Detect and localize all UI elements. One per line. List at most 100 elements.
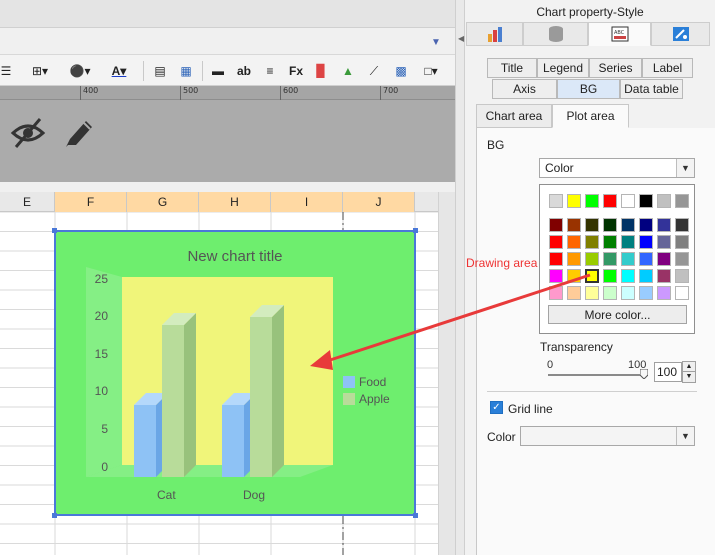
color-swatch[interactable] xyxy=(549,235,563,249)
color-swatch[interactable] xyxy=(639,269,653,283)
color-swatch[interactable] xyxy=(567,218,581,232)
color-swatch[interactable] xyxy=(657,235,671,249)
color-swatch[interactable] xyxy=(675,218,689,232)
color-swatch[interactable] xyxy=(603,286,617,300)
font-color-icon[interactable]: A▾ xyxy=(103,60,135,82)
color-swatch[interactable] xyxy=(639,194,653,208)
color-swatch[interactable] xyxy=(621,194,635,208)
tab-data-table[interactable]: Data table xyxy=(620,79,683,99)
color-swatch[interactable] xyxy=(657,252,671,266)
color-swatch[interactable] xyxy=(549,218,563,232)
transparency-spinner[interactable]: ▲ ▼ xyxy=(682,361,696,383)
annotation-label: Drawing area xyxy=(466,256,538,270)
color-swatch[interactable] xyxy=(603,194,617,208)
svg-text:ABC: ABC xyxy=(614,30,625,36)
merge-icon[interactable]: ▬ xyxy=(207,60,229,82)
hide-icon[interactable] xyxy=(10,117,46,149)
tab-axis[interactable]: Axis xyxy=(492,79,557,99)
color-swatch[interactable] xyxy=(657,286,671,300)
color-swatch[interactable] xyxy=(657,218,671,232)
resize-handle[interactable] xyxy=(52,513,57,518)
column-header[interactable]: J xyxy=(343,192,415,212)
color-swatch[interactable] xyxy=(657,269,671,283)
tab-style[interactable]: ABC xyxy=(588,22,651,46)
image-icon[interactable]: ▲ xyxy=(337,60,359,82)
spin-down-icon[interactable]: ▼ xyxy=(683,372,695,382)
tab-label[interactable]: Label xyxy=(642,58,693,78)
align-icon[interactable]: ☰ xyxy=(0,60,12,82)
slider-thumb[interactable] xyxy=(640,369,648,379)
table-icon[interactable]: ▦ xyxy=(176,60,196,82)
resize-handle[interactable] xyxy=(413,228,418,233)
color-swatch[interactable] xyxy=(621,218,635,232)
color-swatch[interactable] xyxy=(567,235,581,249)
tab-plot-area[interactable]: Plot area xyxy=(552,104,629,128)
paragraph-icon[interactable]: ≡ xyxy=(259,60,281,82)
color-swatch[interactable] xyxy=(621,235,635,249)
chart-icon[interactable]: ▉ xyxy=(310,60,332,82)
column-header[interactable]: H xyxy=(199,192,271,212)
collapse-arrow-icon[interactable]: ◀ xyxy=(458,34,464,43)
ribbon-collapse-icon[interactable]: ▼ xyxy=(431,37,445,48)
color-swatch[interactable] xyxy=(639,218,653,232)
color-swatch[interactable] xyxy=(585,235,599,249)
color-swatch[interactable] xyxy=(585,194,599,208)
color-swatch[interactable] xyxy=(603,252,617,266)
color-swatch[interactable] xyxy=(603,218,617,232)
legend-swatch xyxy=(343,393,355,405)
color-swatch[interactable] xyxy=(639,235,653,249)
spin-up-icon[interactable]: ▲ xyxy=(683,362,695,372)
line-icon[interactable]: ⟋ xyxy=(363,60,385,82)
tab-chart-area[interactable]: Chart area xyxy=(476,104,552,128)
color-swatch[interactable] xyxy=(675,269,689,283)
text-icon[interactable]: ab xyxy=(233,60,255,82)
column-header[interactable]: I xyxy=(271,192,343,212)
color-swatch[interactable] xyxy=(675,286,689,300)
column-header[interactable]: E xyxy=(0,192,55,212)
resize-handle[interactable] xyxy=(52,228,57,233)
color-swatch[interactable] xyxy=(603,235,617,249)
color-swatch[interactable] xyxy=(585,218,599,232)
edit-icon[interactable] xyxy=(62,115,94,149)
bg-label: BG xyxy=(487,138,505,152)
fill-color-icon[interactable]: ⚫▾ xyxy=(64,60,96,82)
color-swatch[interactable] xyxy=(621,252,635,266)
bg-type-select[interactable]: Color ▼ xyxy=(539,158,695,178)
color-swatch[interactable] xyxy=(675,252,689,266)
formula-icon[interactable]: Fx xyxy=(285,60,307,82)
column-header[interactable]: G xyxy=(127,192,199,212)
color-swatch[interactable] xyxy=(549,194,563,208)
color-swatch[interactable] xyxy=(621,269,635,283)
chevron-down-icon[interactable]: ▼ xyxy=(676,427,694,445)
color-swatch[interactable] xyxy=(603,269,617,283)
color-swatch[interactable] xyxy=(567,252,581,266)
textbox-icon[interactable]: ▩ xyxy=(390,60,412,82)
color-swatch[interactable] xyxy=(639,286,653,300)
tab-legend[interactable]: Legend xyxy=(537,58,589,78)
tab-data[interactable] xyxy=(523,22,588,46)
color-swatch[interactable] xyxy=(675,194,689,208)
freeze-icon[interactable]: ▤ xyxy=(150,60,170,82)
grid-line-checkbox[interactable]: ✓ xyxy=(490,401,503,414)
tab-effects[interactable] xyxy=(651,22,710,46)
tab-bg[interactable]: BG xyxy=(557,79,620,99)
color-swatch[interactable] xyxy=(675,235,689,249)
color-swatch[interactable] xyxy=(621,286,635,300)
grid-color-select[interactable]: ▼ xyxy=(520,426,695,446)
tab-title[interactable]: Title xyxy=(487,58,537,78)
tab-chart-type[interactable] xyxy=(466,22,523,46)
shape-icon[interactable]: □▾ xyxy=(417,60,445,82)
column-headers: E F G H I J xyxy=(0,192,455,212)
column-header[interactable]: F xyxy=(55,192,127,212)
color-swatch[interactable] xyxy=(657,194,671,208)
color-swatch[interactable] xyxy=(585,252,599,266)
color-swatch[interactable] xyxy=(549,252,563,266)
tab-series[interactable]: Series xyxy=(589,58,642,78)
chevron-down-icon[interactable]: ▼ xyxy=(676,159,694,177)
color-swatch[interactable] xyxy=(567,194,581,208)
y-tick-label: 20 xyxy=(94,309,108,323)
transparency-input[interactable]: 100 xyxy=(654,362,682,382)
border-icon[interactable]: ⊞▾ xyxy=(26,60,54,82)
color-swatch[interactable] xyxy=(639,252,653,266)
resize-handle[interactable] xyxy=(413,513,418,518)
